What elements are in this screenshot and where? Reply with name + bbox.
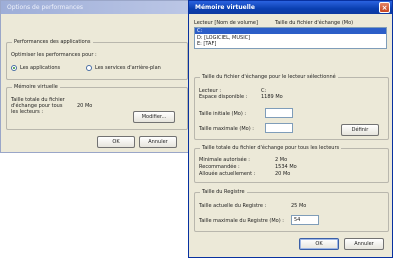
recommended-label: Recommandée : xyxy=(199,164,240,170)
drive-list-item[interactable]: C: xyxy=(195,28,386,34)
radio-background-services-label[interactable]: Les services d'arrière-plan xyxy=(95,65,161,71)
ok-button[interactable]: OK xyxy=(97,136,135,148)
window-title: Options de performances xyxy=(7,4,84,11)
radio-applications[interactable] xyxy=(11,65,17,71)
group-legend: Mémoire virtuelle xyxy=(12,84,60,90)
optimize-prompt: Optimiser les performances pour : xyxy=(11,52,97,58)
performance-options-window: Options de performances Performances des… xyxy=(0,0,195,153)
currently-allocated-label: Allouée actuellement : xyxy=(199,171,256,177)
min-allowed-value: 2 Mo xyxy=(275,157,288,163)
cancel-button[interactable]: Annuler xyxy=(344,238,384,250)
registry-size-group: Taille du Registre Taille actuelle du Re… xyxy=(194,189,389,232)
set-button[interactable]: Définir xyxy=(341,124,379,136)
min-allowed-label: Minimale autorisée : xyxy=(199,157,250,163)
total-paging-value: 20 Mo xyxy=(77,103,93,109)
registry-max-input[interactable]: 54 xyxy=(291,215,319,225)
initial-size-label: Taille initiale (Mo) : xyxy=(199,111,247,117)
drive-name: C: xyxy=(197,28,203,34)
column-header-size: Taille du fichier d'échange (Mo) xyxy=(275,20,354,26)
virtual-memory-group: Mémoire virtuelle Taille totale du fichi… xyxy=(6,84,188,130)
virtual-memory-window: Mémoire virtuelle × Lecteur [Nom de volu… xyxy=(188,0,393,258)
total-paging-group: Taille totale du fichier d'échange pour … xyxy=(194,145,389,183)
drive-name: E: [TAF] xyxy=(197,41,217,47)
close-icon[interactable]: × xyxy=(379,2,390,13)
cancel-button[interactable]: Annuler xyxy=(139,136,177,148)
group-legend: Taille du fichier d'échange pour le lect… xyxy=(200,74,338,80)
initial-size-input[interactable] xyxy=(265,108,293,118)
group-legend: Taille totale du fichier d'échange pour … xyxy=(200,145,342,151)
column-header-drive: Lecteur [Nom de volume] xyxy=(194,20,258,26)
modify-button[interactable]: Modifier... xyxy=(133,111,175,123)
radio-background-services[interactable] xyxy=(86,65,92,71)
group-legend: Taille du Registre xyxy=(200,189,247,195)
performance-options-titlebar[interactable]: Options de performances xyxy=(1,1,194,14)
virtual-memory-titlebar[interactable]: Mémoire virtuelle xyxy=(189,1,392,14)
group-legend: Performances des applications xyxy=(12,39,93,45)
drive-list-item[interactable]: E: [TAF] xyxy=(195,41,386,47)
window-title: Mémoire virtuelle xyxy=(195,4,255,11)
total-paging-label: Taille totale du fichier d'échange pour … xyxy=(11,97,65,115)
recommended-value: 1534 Mo xyxy=(275,164,297,170)
registry-current-label: Taille actuelle du Registre : xyxy=(199,203,267,209)
selected-drive-group: Taille du fichier d'échange pour le lect… xyxy=(194,74,389,140)
space-label: Espace disponible : xyxy=(199,94,248,100)
max-size-label: Taille maximale (Mo) : xyxy=(199,126,254,132)
currently-allocated-value: 20 Mo xyxy=(275,171,291,177)
max-size-input[interactable] xyxy=(265,123,293,133)
registry-current-value: 25 Mo xyxy=(291,203,307,209)
ok-button[interactable]: OK xyxy=(299,238,339,250)
space-value: 1189 Mo xyxy=(261,94,283,100)
radio-applications-label[interactable]: Les applications xyxy=(20,65,60,71)
registry-max-label: Taille maximale du Registre (Mo) : xyxy=(199,218,284,224)
drive-list[interactable]: C: D: [LOGICIEL, MUSIC] E: [TAF] xyxy=(194,27,387,49)
app-performance-group: Performances des applications Optimiser … xyxy=(6,39,188,80)
